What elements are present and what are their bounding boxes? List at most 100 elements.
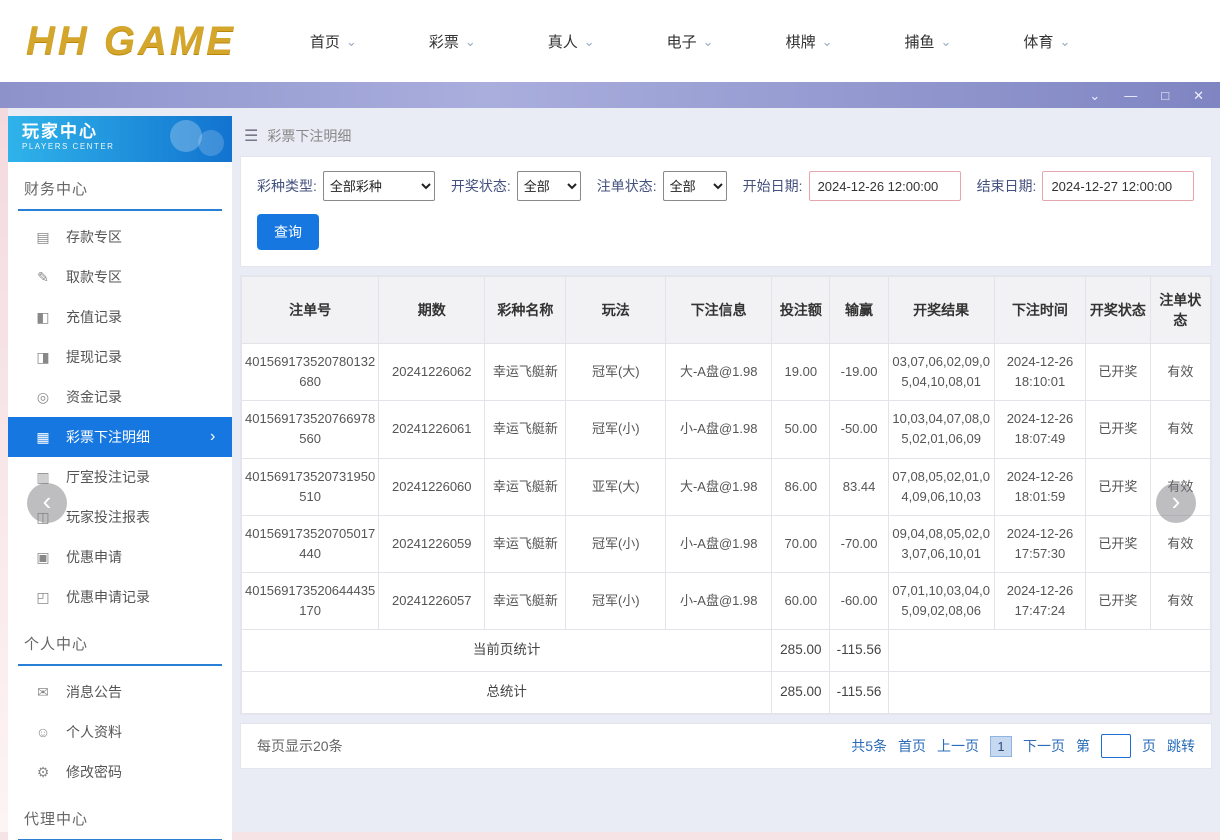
- promo-apply-icon: ▣: [36, 548, 50, 565]
- minimize-button[interactable]: —: [1124, 89, 1137, 102]
- sidebar-item-label: 个人资料: [66, 724, 122, 740]
- summary-bet-total: 285.00: [771, 629, 831, 673]
- sidebar-item-announcements[interactable]: ✉ 消息公告: [8, 672, 232, 712]
- table-cell: 20241226059: [378, 514, 486, 574]
- withdraw-icon: ✎: [37, 268, 49, 285]
- sidebar-item-deposit[interactable]: ▤ 存款专区: [8, 217, 232, 257]
- table-cell: 50.00: [771, 400, 831, 459]
- sidebar-item-recharge-record[interactable]: ◧ 充值记录: [8, 297, 232, 337]
- filter-row: 彩种类型: 全部彩种 开奖状态: 全部 注单状态: 全部 开始日期: 结束日期:: [257, 171, 1195, 201]
- end-date-input[interactable]: [1042, 171, 1195, 201]
- summary-empty: [887, 629, 1212, 673]
- nav-item-label: 彩票: [428, 33, 459, 51]
- summary-row: 总统计 285.00 -115.56: [240, 671, 1212, 715]
- sidebar-item-lottery-bet-detail[interactable]: ▦ 彩票下注明细 ›: [8, 417, 232, 457]
- table-cell: 401569173520780132680: [240, 342, 380, 402]
- order-status-select[interactable]: 全部: [662, 171, 727, 201]
- next-page-link[interactable]: 下一页: [1023, 736, 1065, 756]
- scroll-left-button[interactable]: ‹: [27, 483, 67, 523]
- nav-item-label: 体育: [1023, 33, 1054, 51]
- end-date-label: 结束日期:: [976, 178, 1037, 194]
- chevron-down-icon: ⌄: [940, 33, 952, 49]
- table-row: 401569173520731950510 20241226060 幸运飞艇新 亚军(…: [240, 457, 1212, 516]
- nav-item-board[interactable]: 棋牌 ⌄: [786, 31, 833, 52]
- nav-item-sports[interactable]: 体育 ⌄: [1023, 31, 1070, 52]
- table-row: 401569173520780132680 20241226062 幸运飞艇新 冠军(…: [240, 342, 1212, 402]
- table-cell: 小-A盘@1.98: [665, 514, 773, 574]
- column-header: 开奖结果: [887, 276, 995, 344]
- nav-item-home[interactable]: 首页 ⌄: [310, 31, 357, 52]
- jump-prefix-label: 第: [1076, 738, 1090, 755]
- pager: 共5条 首页 上一页 1 下一页 第 页 跳转: [851, 734, 1195, 759]
- sidebar-item-promo-apply[interactable]: ▣ 优惠申请: [8, 537, 232, 577]
- prev-page-link[interactable]: 上一页: [937, 736, 979, 756]
- table-cell: 有效: [1149, 572, 1212, 631]
- page-title: 彩票下注明细: [267, 128, 352, 144]
- sidebar-item-withdraw-record[interactable]: ◨ 提现记录: [8, 337, 232, 377]
- collapse-button[interactable]: ⌄: [1089, 89, 1100, 102]
- withdraw-record-icon: ◨: [36, 348, 50, 365]
- search-button[interactable]: 查询: [257, 214, 319, 250]
- sidebar-item-label: 彩票下注明细: [66, 429, 150, 445]
- lottery-type-select[interactable]: 全部彩种: [322, 171, 435, 201]
- scroll-right-button[interactable]: ›: [1156, 483, 1196, 523]
- column-header: 开奖状态: [1085, 276, 1151, 344]
- sidebar-item-withdraw[interactable]: ✎ 取款专区: [8, 257, 232, 297]
- table-cell: 401569173520705017440: [240, 514, 380, 574]
- page-size-label: 每页显示20条: [257, 738, 343, 755]
- table-cell: 有效: [1149, 400, 1212, 459]
- table-cell: 60.00: [771, 572, 831, 631]
- nav-item-slots[interactable]: 电子 ⌄: [667, 31, 714, 52]
- summary-label: 总统计: [240, 671, 773, 715]
- jump-button[interactable]: 跳转: [1167, 736, 1195, 756]
- table-cell: -50.00: [829, 400, 889, 459]
- table-cell: 19.00: [771, 342, 831, 402]
- table-cell: 冠军(小): [565, 572, 667, 631]
- table-cell: 20241226057: [378, 572, 486, 631]
- close-button[interactable]: ✕: [1193, 89, 1204, 102]
- nav-item-live[interactable]: 真人 ⌄: [548, 31, 595, 52]
- menu-icon[interactable]: ☰: [244, 126, 258, 146]
- sidebar-item-label: 提现记录: [66, 349, 122, 365]
- window-title-bar: ⌄ — □ ✕: [0, 82, 1220, 108]
- table-cell: 已开奖: [1085, 457, 1151, 516]
- main-nav: 首页 ⌄ 彩票 ⌄ 真人 ⌄ 电子 ⌄ 棋牌 ⌄ 捕鱼 ⌄ 体育 ⌄: [282, 31, 1070, 52]
- table-cell: 2024-12-26 18:01:59: [993, 457, 1087, 516]
- sidebar-item-profile[interactable]: ☺ 个人资料: [8, 712, 232, 752]
- chevron-right-icon: ›: [210, 428, 216, 445]
- sidebar-header: 玩家中心 PLAYERS CENTER: [8, 116, 232, 162]
- start-date-input[interactable]: [808, 171, 961, 201]
- sidebar-item-label: 厅室投注记录: [66, 469, 150, 485]
- sidebar-item-promo-apply-record[interactable]: ◰ 优惠申请记录: [8, 577, 232, 617]
- chevron-down-icon: ⌄: [583, 33, 595, 49]
- table-cell: 2024-12-26 17:57:30: [993, 514, 1087, 574]
- nav-item-fishing[interactable]: 捕鱼 ⌄: [905, 31, 952, 52]
- sidebar-section-title: 个人中心: [18, 617, 222, 666]
- current-page[interactable]: 1: [990, 735, 1012, 757]
- total-count: 共5条: [851, 738, 887, 755]
- promo-apply-record-icon: ◰: [36, 588, 50, 605]
- table-row: 401569173520766978560 20241226061 幸运飞艇新 冠军(…: [240, 400, 1212, 459]
- deposit-icon: ▤: [36, 228, 50, 245]
- table-cell: 已开奖: [1085, 342, 1151, 402]
- sidebar-item-label: 优惠申请记录: [66, 589, 150, 605]
- funds-record-icon: ◎: [36, 388, 50, 405]
- table-cell: 有效: [1149, 514, 1212, 574]
- content-area: 玩家中心 PLAYERS CENTER 财务中心 ▤ 存款专区 ✎ 取款专区 ◧ 充值记录 ◨…: [0, 108, 1220, 840]
- column-header: 彩种名称: [484, 276, 567, 344]
- page-jump-input[interactable]: [1101, 734, 1131, 759]
- table-cell: 2024-12-26 18:10:01: [993, 342, 1087, 402]
- table-cell: 20241226060: [378, 457, 486, 516]
- chevron-down-icon: ⌄: [464, 33, 476, 49]
- table-cell: 小-A盘@1.98: [665, 400, 773, 459]
- draw-status-label: 开奖状态:: [450, 178, 511, 194]
- sidebar-item-change-password[interactable]: ⚙ 修改密码: [8, 752, 232, 792]
- maximize-button[interactable]: □: [1161, 89, 1169, 102]
- nav-item-lottery[interactable]: 彩票 ⌄: [429, 31, 476, 52]
- breadcrumb: ☰ 彩票下注明细: [240, 116, 1212, 156]
- draw-status-select[interactable]: 全部: [516, 171, 581, 201]
- column-header: 下注信息: [665, 276, 773, 344]
- sidebar-item-funds-record[interactable]: ◎ 资金记录: [8, 377, 232, 417]
- summary-winloss-total: -115.56: [829, 629, 889, 673]
- first-page-link[interactable]: 首页: [898, 736, 926, 756]
